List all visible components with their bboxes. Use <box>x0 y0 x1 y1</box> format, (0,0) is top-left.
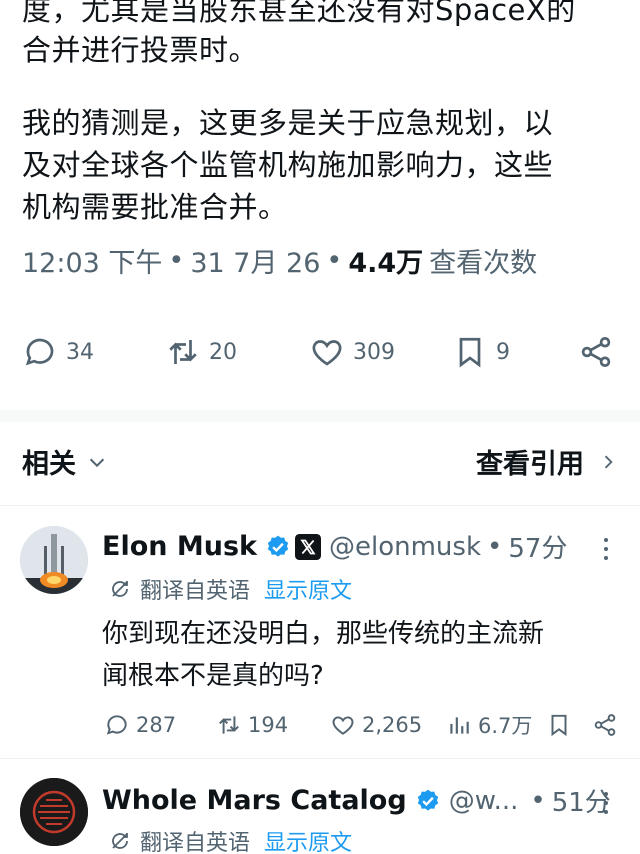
repost-count: 194 <box>248 713 289 737</box>
repost-icon <box>169 340 197 364</box>
translate-icon <box>112 833 128 849</box>
more-options-button[interactable] <box>600 536 612 566</box>
header-separator: • <box>487 531 503 562</box>
header-separator: • <box>530 785 546 816</box>
tweet-date[interactable]: 31 7月 26 <box>190 241 320 280</box>
tweet-time[interactable]: 12:03 下午 <box>22 241 162 280</box>
repost-count: 20 <box>209 339 237 365</box>
tweet-text-line-5: 机构需要批准合并。 <box>22 190 288 224</box>
bookmark-icon <box>459 337 481 368</box>
share-button[interactable] <box>578 322 614 382</box>
like-count: 309 <box>353 339 395 365</box>
bookmark-button[interactable] <box>546 708 572 742</box>
verified-badge-icon <box>267 535 289 557</box>
chevron-down-icon <box>89 458 105 467</box>
views-count: 6.7万 <box>478 714 533 738</box>
repost-icon <box>219 716 239 734</box>
show-original-link[interactable]: 显示原文 <box>264 825 352 854</box>
x-logo-icon <box>295 533 321 560</box>
more-options-button[interactable] <box>600 790 612 820</box>
repost-button[interactable]: 20 <box>165 322 237 382</box>
related-label: 相关 <box>22 449 76 480</box>
chevron-right-icon <box>604 455 613 468</box>
verified-badge-icon <box>417 789 438 811</box>
reply-icon <box>25 338 54 366</box>
translation-info: 翻译自英语 显示原文 <box>108 826 352 854</box>
share-button[interactable] <box>592 708 618 742</box>
avatar[interactable] <box>20 526 88 594</box>
related-dropdown[interactable]: 相关 <box>22 442 108 481</box>
translated-label: 翻译自英语 <box>140 831 251 854</box>
author-handle: @w... <box>448 785 519 816</box>
show-original-link[interactable]: 显示原文 <box>264 573 352 605</box>
share-icon <box>594 714 616 736</box>
share-icon <box>581 337 611 367</box>
reply-count: 34 <box>66 339 94 365</box>
author-name[interactable]: Whole Mars Catalog <box>102 785 407 816</box>
view-quotes-link[interactable]: 查看引用 <box>476 442 618 481</box>
post-time[interactable]: 57分 <box>508 528 567 565</box>
author-name[interactable]: Elon Musk <box>102 531 257 562</box>
section-divider <box>0 410 640 422</box>
row-separator <box>0 505 640 506</box>
reply-header: Whole Mars Catalog @w... • 51分 <box>102 782 611 819</box>
reply-text-line-2: 闻根本不是真的吗? <box>102 661 324 691</box>
row-separator <box>0 758 640 759</box>
view-quotes-label: 查看引用 <box>476 449 584 480</box>
like-count: 2,265 <box>362 713 423 737</box>
more-icon <box>604 792 608 814</box>
bookmark-button[interactable]: 9 <box>452 322 510 382</box>
view-count-label: 查看次数 <box>429 247 538 279</box>
mars-logo-avatar-image <box>20 778 88 846</box>
bookmark-icon <box>551 714 567 737</box>
reply-icon <box>106 715 127 735</box>
translate-icon <box>112 581 128 597</box>
like-button[interactable]: 2,265 <box>330 708 422 742</box>
avatar[interactable] <box>20 778 88 846</box>
meta-separator: • <box>168 244 185 276</box>
views-button[interactable]: 6.7万 <box>446 708 532 742</box>
view-count: 4.4万 <box>348 247 424 279</box>
repost-button[interactable]: 194 <box>216 708 288 742</box>
translated-label: 翻译自英语 <box>140 579 251 604</box>
reply-button[interactable]: 34 <box>22 322 94 382</box>
meta-separator: • <box>326 244 343 276</box>
tweet-text-line-2: 合并进行投票时。 <box>22 33 259 67</box>
reply-header: Elon Musk @elonmusk • 57分 <box>102 528 567 565</box>
reply-button[interactable]: 287 <box>104 708 176 742</box>
more-icon <box>604 538 608 560</box>
bookmark-count: 9 <box>496 339 510 365</box>
tweet-action-bar: 34 20 309 9 <box>0 322 640 382</box>
like-icon <box>312 340 342 366</box>
like-icon <box>332 716 354 735</box>
translation-info: 翻译自英语 显示原文 <box>108 574 352 604</box>
tweet-meta: 12:03 下午 • 31 7月 26 • 4.4万 查看次数 <box>22 240 537 280</box>
like-button[interactable]: 309 <box>309 322 395 382</box>
tweet-text-line-3: 我的猜测是，这更多是关于应急规划，以 <box>22 106 554 140</box>
author-handle: @elonmusk <box>329 531 482 562</box>
reply-text-line-1: 你到现在还没明白，那些传统的主流新 <box>102 619 545 649</box>
views-icon <box>450 717 469 734</box>
reply-count: 287 <box>136 713 177 737</box>
tweet-text-line-4: 及对全球各个监管机构施加影响力，这些 <box>22 148 554 182</box>
rocket-launch-avatar-image <box>20 526 88 594</box>
